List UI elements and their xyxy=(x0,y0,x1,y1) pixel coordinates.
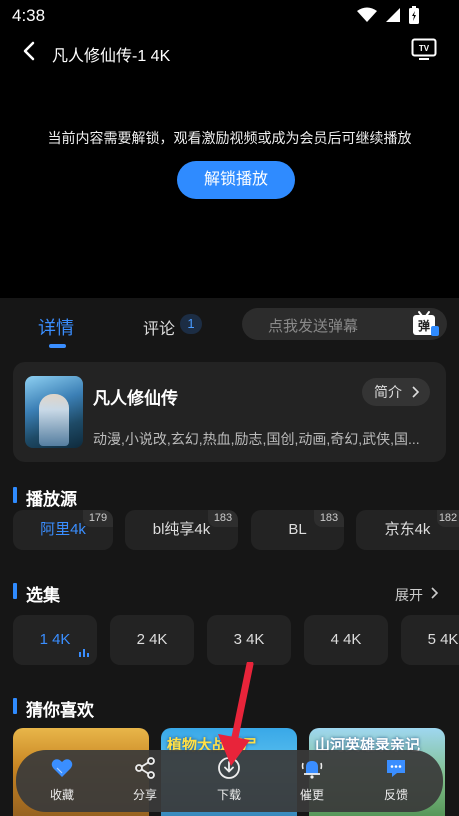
section-accent-bar xyxy=(13,583,17,599)
show-info-card[interactable]: 凡人修仙传 简介 动漫,小说改,玄幻,热血,励志,国创,动画,奇幻,武侠,国..… xyxy=(13,362,446,462)
video-title: 凡人修仙传-1 4K xyxy=(52,48,171,65)
source-count: 182 xyxy=(437,510,459,527)
danmu-icon-char: 弹 xyxy=(418,318,430,333)
tab-comment[interactable]: 评论 xyxy=(143,315,175,339)
danmu-placeholder: 点我发送弹幕 xyxy=(268,318,359,335)
action-bar: 收藏 分享 下载 催更 反馈 xyxy=(16,750,443,812)
source-item[interactable]: BL 183 xyxy=(251,510,344,550)
source-label: 阿里4k xyxy=(40,521,86,538)
tab-bar: 详情 评论 1 点我发送弹幕 弹 xyxy=(0,298,459,350)
episode-item[interactable]: 3 4K xyxy=(207,615,291,665)
tab-active-indicator xyxy=(49,344,66,348)
lock-message: 当前内容需要解锁，观看激励视频或成为会员后可继续播放 xyxy=(47,130,412,146)
feedback-button[interactable]: 反馈 xyxy=(366,756,426,808)
episode-item[interactable]: 5 4K xyxy=(401,615,459,665)
share-label: 分享 xyxy=(132,788,157,802)
episode-label: 5 4K xyxy=(427,631,459,648)
favorite-label: 收藏 xyxy=(49,788,74,802)
unlock-play-button[interactable]: 解锁播放 xyxy=(177,161,295,199)
tv-cast-icon[interactable]: TV xyxy=(411,38,437,60)
show-title: 凡人修仙传 xyxy=(93,389,178,408)
episode-item[interactable]: 2 4K xyxy=(110,615,194,665)
expand-button[interactable]: 展开 xyxy=(395,585,423,605)
favorite-button[interactable]: 收藏 xyxy=(32,756,92,808)
detail-panel: 详情 评论 1 点我发送弹幕 弹 凡人修仙传 简介 动漫,小说改,玄幻,热血,励… xyxy=(0,298,459,816)
episode-list: 1 4K 2 4K 3 4K 4 4K 5 4K xyxy=(13,615,459,667)
urge-update-label: 催更 xyxy=(299,788,324,802)
download-label: 下载 xyxy=(216,788,241,802)
feedback-label: 反馈 xyxy=(383,788,408,802)
recommend-title: 猜你喜欢 xyxy=(26,701,94,720)
chevron-right-icon xyxy=(431,587,439,599)
source-label: bl纯享4k xyxy=(152,521,211,538)
source-count: 183 xyxy=(314,510,344,527)
tab-detail[interactable]: 详情 xyxy=(38,314,74,340)
comment-count-badge: 1 xyxy=(180,314,202,334)
bell-icon xyxy=(301,761,323,779)
status-bar: 4:38 xyxy=(0,0,459,32)
source-item[interactable]: bl纯享4k 183 xyxy=(125,510,238,550)
status-time: 4:38 xyxy=(12,6,46,25)
intro-button[interactable]: 简介 xyxy=(362,378,430,406)
playing-bars-icon xyxy=(79,649,89,657)
share-button[interactable]: 分享 xyxy=(115,756,175,808)
danmu-input[interactable]: 点我发送弹幕 弹 xyxy=(242,308,447,340)
source-count: 179 xyxy=(83,510,113,527)
share-icon xyxy=(135,757,155,779)
source-label: BL xyxy=(288,521,307,538)
intro-label: 简介 xyxy=(374,384,402,400)
source-item[interactable]: 京东4k 182 xyxy=(356,510,459,550)
back-arrow-icon[interactable] xyxy=(18,40,40,62)
source-item[interactable]: 阿里4k 179 xyxy=(13,510,113,550)
source-count: 183 xyxy=(208,510,238,527)
episode-item[interactable]: 1 4K xyxy=(13,615,97,665)
urge-update-button[interactable]: 催更 xyxy=(282,756,342,808)
chevron-right-icon xyxy=(412,386,420,398)
battery-icon xyxy=(409,6,419,24)
wifi-icon xyxy=(357,7,377,22)
episode-label: 1 4K xyxy=(39,631,71,648)
episode-label: 4 4K xyxy=(330,631,362,648)
episode-label: 3 4K xyxy=(233,631,265,648)
source-label: 京东4k xyxy=(384,521,431,538)
episode-item[interactable]: 4 4K xyxy=(304,615,388,665)
section-accent-bar xyxy=(13,487,17,503)
section-accent-bar xyxy=(13,698,17,714)
download-icon xyxy=(218,757,240,779)
video-player[interactable]: 凡人修仙传-1 4K TV 当前内容需要解锁，观看激励视频或成为会员后可继续播放… xyxy=(0,32,459,298)
svg-text:TV: TV xyxy=(419,44,430,53)
status-icons xyxy=(357,6,419,24)
heart-icon xyxy=(51,759,73,777)
episode-label: 2 4K xyxy=(136,631,168,648)
sources-title: 播放源 xyxy=(26,490,77,509)
sources-list: 阿里4k 179 bl纯享4k 183 BL 183 京东4k 182 xyxy=(13,510,459,552)
download-button[interactable]: 下载 xyxy=(199,756,259,808)
signal-icon xyxy=(386,8,400,22)
show-poster xyxy=(25,376,83,448)
danmu-toggle-icon[interactable]: 弹 xyxy=(411,310,439,338)
show-tags: 动漫,小说改,玄幻,热血,励志,国创,动画,奇幻,武侠,国... xyxy=(93,431,420,447)
episodes-title: 选集 xyxy=(26,586,60,605)
feedback-icon xyxy=(387,760,405,777)
